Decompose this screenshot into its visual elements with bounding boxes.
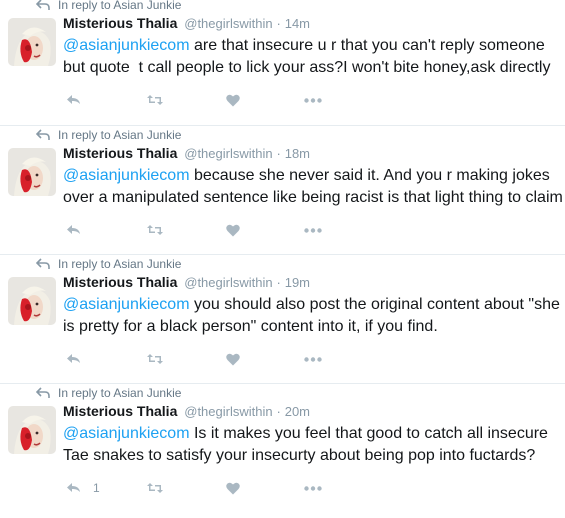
more-button[interactable] bbox=[304, 90, 322, 110]
avatar[interactable] bbox=[8, 148, 56, 196]
tweet-actions bbox=[0, 349, 565, 371]
display-name[interactable]: Misterious Thalia bbox=[63, 274, 177, 290]
reply-arrow-icon bbox=[36, 129, 50, 140]
separator: · bbox=[276, 404, 281, 419]
timestamp[interactable]: 19m bbox=[285, 275, 310, 290]
tweet-header: Misterious Thalia @thegirlswithin · 18m bbox=[63, 145, 310, 161]
reply-button[interactable]: 1 bbox=[66, 478, 100, 498]
reply-icon bbox=[67, 95, 80, 104]
tweet-actions bbox=[0, 220, 565, 242]
heart-icon bbox=[226, 94, 240, 106]
avatar[interactable] bbox=[8, 406, 56, 454]
reply-context[interactable]: In reply to Asian Junkie bbox=[36, 0, 181, 12]
more-dots-icon bbox=[304, 227, 322, 233]
reply-icon bbox=[67, 225, 80, 234]
tweet-actions: 1 bbox=[0, 478, 565, 500]
tweet[interactable]: In reply to Asian Junkie Misterious Thal… bbox=[0, 0, 565, 124]
reply-count: 1 bbox=[93, 481, 100, 495]
retweet-button[interactable] bbox=[146, 349, 164, 369]
separator: · bbox=[276, 275, 281, 290]
reply-context-label: In reply to Asian Junkie bbox=[58, 128, 182, 142]
more-button[interactable] bbox=[304, 220, 322, 240]
avatar[interactable] bbox=[8, 18, 56, 66]
username[interactable]: @thegirlswithin bbox=[184, 404, 272, 419]
more-dots-icon bbox=[304, 485, 322, 491]
reply-button[interactable] bbox=[66, 349, 93, 369]
tweet[interactable]: In reply to Asian Junkie Misterious Thal… bbox=[0, 383, 565, 511]
reply-arrow-icon bbox=[36, 258, 50, 269]
like-button[interactable] bbox=[226, 349, 240, 369]
mention-link[interactable]: @asianjunkiecom bbox=[63, 425, 190, 442]
username[interactable]: @thegirlswithin bbox=[184, 16, 272, 31]
reply-button[interactable] bbox=[66, 220, 93, 240]
tweet-text: @asianjunkiecom you should also post the… bbox=[63, 294, 563, 338]
more-button[interactable] bbox=[304, 349, 322, 369]
reply-icon bbox=[67, 483, 80, 492]
like-button[interactable] bbox=[226, 220, 240, 240]
tweet-header: Misterious Thalia @thegirlswithin · 14m bbox=[63, 15, 310, 31]
retweet-button[interactable] bbox=[146, 478, 164, 498]
like-button[interactable] bbox=[226, 478, 240, 498]
username[interactable]: @thegirlswithin bbox=[184, 275, 272, 290]
retweet-icon bbox=[147, 483, 163, 493]
reply-context-label: In reply to Asian Junkie bbox=[58, 0, 182, 12]
more-dots-icon bbox=[304, 356, 322, 362]
username[interactable]: @thegirlswithin bbox=[184, 146, 272, 161]
reply-arrow-icon bbox=[36, 387, 50, 398]
avatar[interactable] bbox=[8, 277, 56, 325]
heart-icon bbox=[226, 353, 240, 365]
reply-button[interactable] bbox=[66, 90, 93, 110]
timestamp[interactable]: 18m bbox=[285, 146, 310, 161]
retweet-icon bbox=[147, 354, 163, 364]
reply-context[interactable]: In reply to Asian Junkie bbox=[36, 386, 181, 400]
reply-context[interactable]: In reply to Asian Junkie bbox=[36, 128, 181, 142]
tweet-text: @asianjunkiecom because she never said i… bbox=[63, 165, 563, 209]
display-name[interactable]: Misterious Thalia bbox=[63, 403, 177, 419]
display-name[interactable]: Misterious Thalia bbox=[63, 145, 177, 161]
reply-context-label: In reply to Asian Junkie bbox=[58, 386, 182, 400]
mention-link[interactable]: @asianjunkiecom bbox=[63, 37, 190, 54]
display-name[interactable]: Misterious Thalia bbox=[63, 15, 177, 31]
separator: · bbox=[276, 146, 281, 161]
retweet-button[interactable] bbox=[146, 220, 164, 240]
retweet-icon bbox=[147, 225, 163, 235]
tweet-actions bbox=[0, 90, 565, 112]
retweet-icon bbox=[147, 95, 163, 105]
timestamp[interactable]: 14m bbox=[285, 16, 310, 31]
reply-context-label: In reply to Asian Junkie bbox=[58, 257, 182, 271]
tweet-text: @asianjunkiecom Is it makes you feel tha… bbox=[63, 423, 563, 467]
more-button[interactable] bbox=[304, 478, 322, 498]
timestamp[interactable]: 20m bbox=[285, 404, 310, 419]
like-button[interactable] bbox=[226, 90, 240, 110]
tweet[interactable]: In reply to Asian Junkie Misterious Thal… bbox=[0, 254, 565, 382]
retweet-button[interactable] bbox=[146, 90, 164, 110]
heart-icon bbox=[226, 482, 240, 494]
reply-context[interactable]: In reply to Asian Junkie bbox=[36, 257, 181, 271]
tweet-header: Misterious Thalia @thegirlswithin · 19m bbox=[63, 274, 310, 290]
mention-link[interactable]: @asianjunkiecom bbox=[63, 296, 190, 313]
heart-icon bbox=[226, 224, 240, 236]
more-dots-icon bbox=[304, 97, 322, 103]
reply-icon bbox=[67, 354, 80, 363]
tweet-text: @asianjunkiecom are that insecure u r th… bbox=[63, 35, 563, 79]
mention-link[interactable]: @asianjunkiecom bbox=[63, 167, 190, 184]
reply-arrow-icon bbox=[36, 0, 50, 10]
separator: · bbox=[276, 16, 281, 31]
tweet-header: Misterious Thalia @thegirlswithin · 20m bbox=[63, 403, 310, 419]
tweet[interactable]: In reply to Asian Junkie Misterious Thal… bbox=[0, 125, 565, 253]
